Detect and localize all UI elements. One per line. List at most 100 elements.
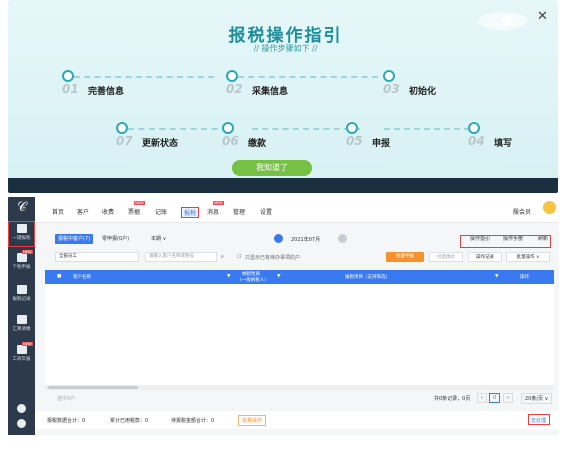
nav-message[interactable]: NEW 消息 [207, 201, 224, 216]
next-page-icon[interactable]: › [503, 393, 513, 403]
avatar[interactable] [543, 201, 556, 214]
step-connector [384, 128, 480, 130]
nav-bookkeeping[interactable]: 记账 [155, 207, 167, 216]
col-items: 报税项目（支持筛选） [345, 275, 390, 280]
table-header: ■ 客户名称 ▼ 纳税性质 (一般纳税人) ▼ 报税项目（支持筛选） ▼ 操作 [45, 270, 554, 284]
person-tax-icon [16, 253, 27, 262]
logo-icon: 𝒞 [17, 200, 27, 215]
step-dot [222, 122, 234, 134]
staff-select[interactable]: 全部员工 [55, 252, 139, 262]
step-label: 采集信息 [252, 87, 289, 97]
step-label: 申报 [372, 139, 391, 149]
step-number: 06 [222, 134, 239, 148]
go-handle-highlight [528, 414, 550, 425]
footer-tax-total: 报税数据合计：0 [47, 418, 86, 424]
footer-pending-total: 待报税金额合计：0 [171, 418, 215, 424]
step-dot [62, 70, 74, 82]
sidebar-item-tax-record[interactable]: 报税记录 [8, 283, 35, 309]
tab-declaring[interactable]: 报税中客户(7) [55, 234, 94, 244]
guide-subtitle: // 操作步骤如下 // [253, 44, 318, 53]
nav-settings[interactable]: 设置 [260, 207, 272, 216]
nav-label: 票据 [128, 209, 141, 216]
col-action: 操作 [520, 275, 529, 280]
step-dot [383, 70, 395, 82]
selected-count: 选中0户 [57, 396, 76, 402]
new-badge: NEW [213, 201, 224, 205]
sidebar-item-settlement[interactable]: 汇算清缴 [8, 313, 35, 339]
record-icon [16, 285, 27, 294]
new-badge: NEW [134, 201, 145, 205]
step-connector [252, 128, 360, 130]
nav-tax[interactable]: 报税 [181, 207, 200, 218]
search-input[interactable]: 请输入客户名称或税号 [145, 252, 217, 262]
batch-operation-link[interactable]: 批量操作 [238, 415, 267, 426]
operation-record-button[interactable]: 操作记录 [468, 252, 502, 262]
step-dot [346, 122, 358, 134]
tab-zero-declare[interactable]: 零申报(0户) [99, 234, 132, 244]
batch-declare-button[interactable]: 批量申报 [386, 252, 424, 262]
screen: 报税操作指引 // 操作步骤如下 // ✕ 01 完善信息 02 采集信息 03… [0, 0, 571, 450]
nav-invoice[interactable]: NEW 票据 [128, 201, 145, 216]
phone-icon[interactable] [17, 404, 26, 413]
sidebar-item-one-click-declare[interactable]: 一键报税 [8, 221, 35, 247]
filter-icon[interactable]: ▼ [227, 274, 230, 279]
nav-home[interactable]: 首页 [52, 207, 64, 216]
page-number[interactable]: 0 [489, 393, 501, 403]
tax-guide-panel: 报税操作指引 // 操作步骤如下 // ✕ 01 完善信息 02 采集信息 03… [0, 0, 571, 193]
col-type-sub: (一般纳税人) [240, 278, 267, 283]
batch-pay-button[interactable]: 批量缴款 [429, 252, 463, 262]
guide-highlight [460, 235, 551, 248]
prev-page-icon[interactable]: ‹ [477, 393, 487, 403]
prev-period-icon[interactable] [274, 234, 283, 243]
search-icon[interactable]: ⌕ [221, 254, 224, 260]
step-label: 初始化 [409, 87, 437, 97]
step-dot [116, 122, 128, 134]
step-dot [468, 122, 480, 134]
top-nav: 首页 客户 收费 NEW 票据 记账 报税 NEW 消息 管理 设置 殷会员 [35, 197, 559, 223]
step-connector [238, 76, 378, 78]
new-badge: NEW [22, 250, 33, 254]
nav-label: 消息 [207, 209, 220, 216]
step-dot [226, 70, 238, 82]
page-size-select[interactable]: 20条/页 ∨ [521, 393, 553, 404]
declare-icon [16, 224, 27, 233]
got-it-button[interactable]: 我知道了 [232, 160, 312, 176]
step-label: 填写 [494, 139, 513, 149]
next-period-icon[interactable] [338, 234, 347, 243]
sidebar-item-label: 工商年报 [12, 357, 31, 362]
filter-icon[interactable]: ▼ [495, 274, 498, 279]
period-label: 2021年07月 [291, 237, 321, 243]
service-icon[interactable] [17, 419, 26, 428]
select-all-checkbox[interactable]: ■ [57, 274, 61, 279]
guide-bottom-band [8, 178, 558, 193]
col-customer: 客户名称 [73, 275, 91, 280]
scroll-thumb[interactable] [48, 386, 138, 389]
sidebar: 𝒞 一键报税 NEW 个税申报 报税记录 汇算清缴 NEW 工商年报 [8, 197, 35, 435]
step-label: 完善信息 [88, 87, 125, 97]
step-number: 07 [116, 134, 133, 148]
filter-icon[interactable]: ▼ [277, 274, 280, 279]
todo-only-checkbox[interactable]: ☐ [237, 254, 241, 260]
sidebar-item-label: 报税记录 [12, 297, 31, 302]
nav-customer[interactable]: 客户 [77, 207, 89, 216]
step-label: 更新状态 [142, 139, 179, 149]
step-number: 03 [383, 82, 400, 96]
sidebar-item-personal-tax[interactable]: NEW 个税申报 [8, 250, 35, 277]
new-badge: NEW [22, 342, 33, 346]
nav-manage[interactable]: 管理 [233, 207, 245, 216]
step-connector [128, 128, 228, 130]
todo-only-label: 只显示已有待办事项的户 [245, 255, 301, 261]
step-number: 01 [62, 82, 79, 96]
period-scope-select[interactable]: 本期 ∨ [148, 234, 169, 244]
user-name[interactable]: 殷会员 [513, 207, 531, 216]
footer-bar: 报税数据合计：0 累计已用税款：0 待报税金额合计：0 批量操作 去处理 [35, 411, 559, 429]
step-connector [74, 76, 214, 78]
horizontal-scrollbar[interactable] [45, 385, 554, 390]
nav-charge[interactable]: 收费 [102, 207, 114, 216]
pagination: 选中0户 共0条记录，0页 ‹ 0 › 20条/页 ∨ [45, 393, 554, 405]
batch-operation-button[interactable]: 批量操作 ∨ [506, 252, 550, 262]
sidebar-item-annual-report[interactable]: NEW 工商年报 [8, 342, 35, 369]
sidebar-item-label: 一键报税 [12, 236, 31, 241]
close-icon[interactable]: ✕ [537, 10, 548, 23]
sidebar-item-label: 个税申报 [12, 265, 31, 270]
